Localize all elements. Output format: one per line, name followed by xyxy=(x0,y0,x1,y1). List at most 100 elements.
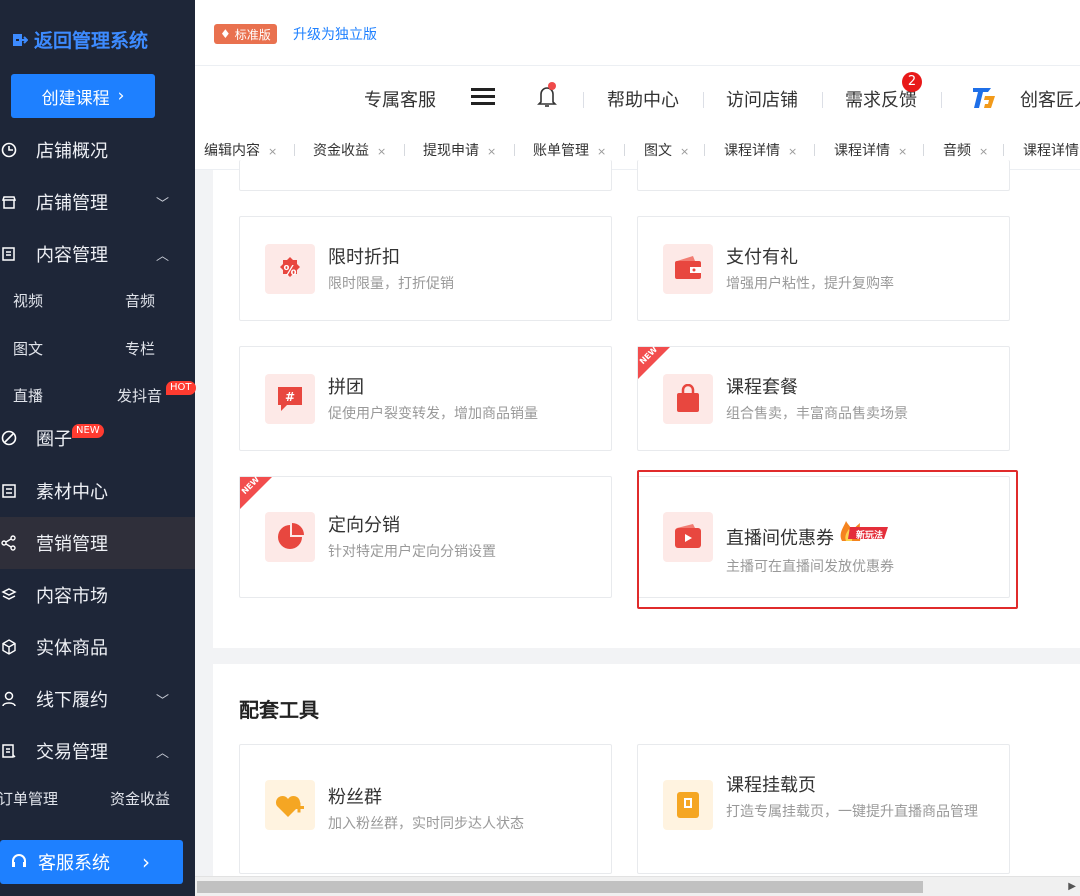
card-desc: 限时限量，打折促销 xyxy=(328,276,454,292)
nav-store-overview[interactable]: 店铺概况 xyxy=(0,124,195,176)
card-course-mount-page[interactable]: 课程挂载页 打造专属挂载页，一键提升直播商品管理 xyxy=(637,744,1010,874)
horizontal-scrollbar[interactable]: ▶ xyxy=(195,876,1080,896)
subnav-douyin[interactable]: 发抖音 xyxy=(117,385,162,406)
layers-icon xyxy=(0,586,18,604)
close-icon[interactable]: × xyxy=(377,145,386,158)
card-desc: 组合售卖，丰富商品售卖场景 xyxy=(726,406,908,422)
chevron-up-icon[interactable]: ︿ xyxy=(156,742,169,761)
upgrade-link[interactable]: 升级为独立版 xyxy=(293,24,377,44)
close-icon[interactable]: × xyxy=(898,145,907,158)
nav-label: 内容管理 xyxy=(36,245,108,266)
nav-label: 营销管理 xyxy=(36,534,108,555)
scroll-right-arrow-icon[interactable]: ▶ xyxy=(1068,881,1076,892)
subnav-live[interactable]: 直播 xyxy=(13,385,43,406)
nav-label: 实体商品 xyxy=(36,638,108,659)
card-desc: 打造专属挂载页，一键提升直播商品管理 xyxy=(726,804,978,820)
user-icon xyxy=(0,690,18,708)
content-icon xyxy=(0,245,18,263)
nav-offline-fulfill[interactable]: 线下履约 ﹀ xyxy=(0,673,195,725)
card-title: 定向分销 xyxy=(328,515,400,536)
card-desc: 促使用户裂变转发，增加商品销量 xyxy=(328,406,538,422)
subnav-audio[interactable]: 音频 xyxy=(125,290,155,311)
exit-icon xyxy=(13,33,28,46)
close-icon[interactable]: × xyxy=(487,145,496,158)
tab-item[interactable]: 账单管理 × xyxy=(533,140,606,160)
exclusive-service-link[interactable]: 专属客服 xyxy=(364,86,436,112)
subnav-video[interactable]: 视频 xyxy=(13,290,43,311)
chevron-up-icon[interactable]: ︿ xyxy=(156,245,169,264)
nav-content-market[interactable]: 内容市场 xyxy=(0,569,195,621)
back-to-admin-link[interactable]: 返回管理系统 xyxy=(12,26,148,53)
svg-text:%: % xyxy=(283,264,296,279)
scrollbar-thumb[interactable] xyxy=(197,881,923,893)
nav-marketing[interactable]: 营销管理 xyxy=(0,517,195,569)
nav-label: 交易管理 xyxy=(36,742,108,763)
close-icon[interactable]: × xyxy=(268,145,277,158)
close-icon[interactable]: × xyxy=(680,145,689,158)
nav-label: 素材中心 xyxy=(36,482,108,503)
subnav-column[interactable]: 专栏 xyxy=(125,338,155,359)
fan-group-icon xyxy=(265,780,315,830)
new-ribbon: NEW xyxy=(240,475,272,509)
group-buy-icon: # xyxy=(265,374,315,424)
close-icon[interactable]: × xyxy=(597,145,606,158)
cube-icon xyxy=(0,638,18,656)
tab-item[interactable]: 提现申请 × xyxy=(423,140,496,160)
svg-text:#: # xyxy=(285,390,295,404)
nav-label: 内容市场 xyxy=(36,586,108,607)
tab-item[interactable]: 编辑内容 × xyxy=(204,140,277,160)
circle-icon xyxy=(0,429,18,447)
service-label: 客服系统 xyxy=(38,853,110,874)
brand-name[interactable]: 创客匠人 xyxy=(1020,86,1080,112)
new-badge: NEW xyxy=(72,424,104,438)
bell-icon[interactable] xyxy=(535,82,559,114)
diamond-icon: ♦ xyxy=(220,27,231,41)
card-pay-gift[interactable]: 支付有礼 增强用户粘性，提升复购率 xyxy=(637,216,1010,321)
chevron-down-icon[interactable]: ﹀ xyxy=(156,690,169,709)
card-targeted-distribution[interactable]: NEW 定向分销 针对特定用户定向分销设置 xyxy=(239,475,612,598)
card-title: 拼团 xyxy=(328,377,364,398)
help-center-link[interactable]: 帮助中心 xyxy=(607,86,679,112)
bag-icon xyxy=(663,374,713,424)
card-course-bundle[interactable]: NEW 课程套餐 组合售卖，丰富商品售卖场景 xyxy=(637,345,1010,451)
card-title: 支付有礼 xyxy=(726,247,798,268)
card-limited-discount[interactable]: % 限时折扣 限时限量，打折促销 xyxy=(239,216,612,321)
card-fan-group[interactable]: 粉丝群 加入粉丝群，实时同步达人状态 xyxy=(239,744,612,874)
menu-icon[interactable] xyxy=(471,86,495,110)
nav-material-center[interactable]: 素材中心 xyxy=(0,465,195,517)
nav-physical-goods[interactable]: 实体商品 xyxy=(0,621,195,673)
partial-card[interactable] xyxy=(239,160,612,191)
tab-item[interactable]: 课程详情 xyxy=(1023,140,1079,160)
back-label: 返回管理系统 xyxy=(34,30,149,52)
chevron-down-icon[interactable]: ﹀ xyxy=(156,193,169,212)
nav-trade-manage[interactable]: 交易管理 ︿ xyxy=(0,725,195,777)
highlight-box xyxy=(637,470,1018,609)
tab-item[interactable]: 课程详情 × xyxy=(834,140,907,160)
tab-item[interactable]: 资金收益 × xyxy=(313,140,386,160)
material-icon xyxy=(0,482,18,500)
nav-store-manage[interactable]: 店铺管理 ﹀ xyxy=(0,176,195,228)
card-group-buy[interactable]: # 拼团 促使用户裂变转发，增加商品销量 xyxy=(239,346,612,451)
headset-icon xyxy=(10,853,28,876)
subnav-article[interactable]: 图文 xyxy=(13,338,43,359)
version-label: 标准版 xyxy=(234,27,271,42)
partial-card[interactable] xyxy=(637,160,1010,191)
card-desc: 增强用户粘性，提升复购率 xyxy=(726,276,894,292)
wallet-icon xyxy=(663,244,713,294)
mount-page-icon xyxy=(663,780,713,830)
subnav-orders[interactable]: 订单管理 xyxy=(0,788,58,809)
visit-store-link[interactable]: 访问店铺 xyxy=(726,86,798,112)
card-desc: 针对特定用户定向分销设置 xyxy=(328,544,496,560)
customer-service-button[interactable]: 客服系统 › xyxy=(0,840,183,884)
close-icon[interactable]: × xyxy=(979,145,988,158)
nav-content-manage[interactable]: 内容管理 ︿ xyxy=(0,228,195,280)
chevron-right-icon: › xyxy=(117,86,125,106)
nav-circle[interactable]: 圈子 NEW xyxy=(0,412,195,464)
tab-item[interactable]: 课程详情 × xyxy=(724,140,797,160)
create-course-button[interactable]: 创建课程 › xyxy=(11,74,155,118)
tab-item[interactable]: 音频 × xyxy=(943,140,988,160)
close-icon[interactable]: × xyxy=(788,145,797,158)
tab-item[interactable]: 图文 × xyxy=(644,140,689,160)
sidebar: 返回管理系统 创建课程 › 店铺概况 店铺管理 ﹀ 内容管理 ︿ 视频 音频 图… xyxy=(0,0,196,896)
subnav-funds[interactable]: 资金收益 xyxy=(110,788,170,809)
